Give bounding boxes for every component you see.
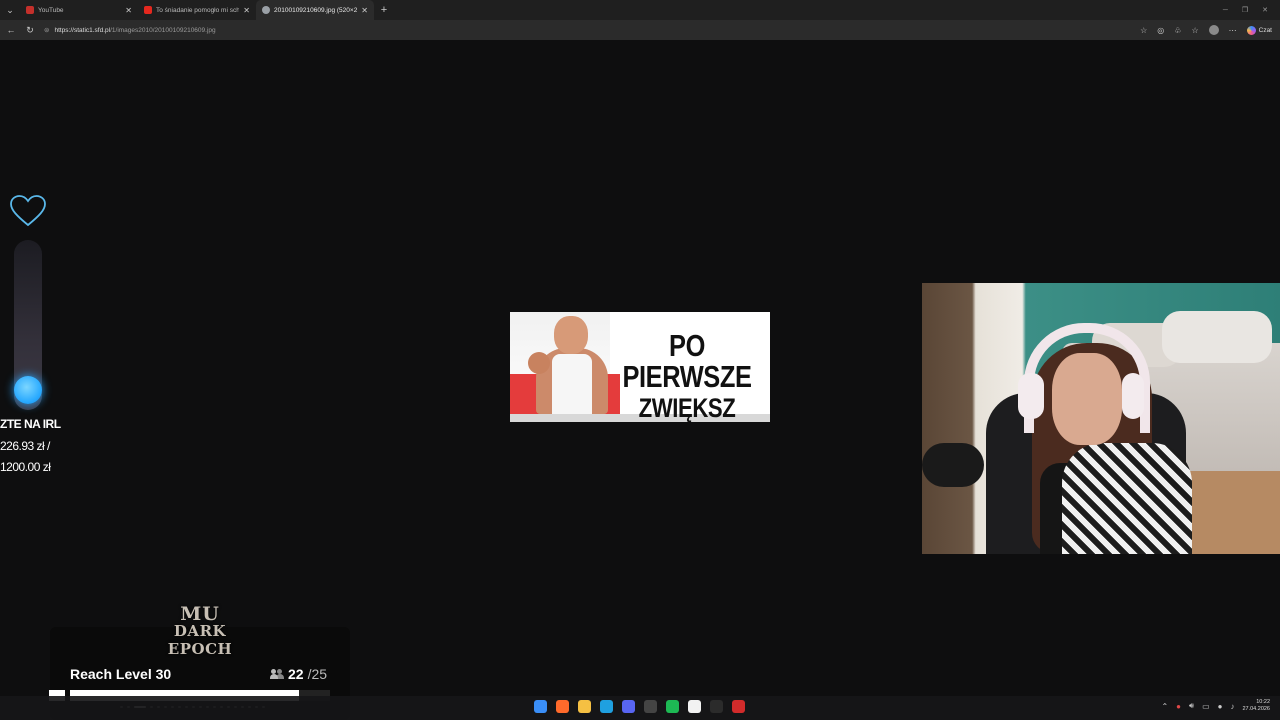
image-caption-line1: PO PIERWSZE [622,328,752,394]
close-window-icon[interactable]: ✕ [1262,6,1268,14]
donation-meter-knob [14,376,42,404]
show-hidden-icons-icon[interactable]: ⌃ [1161,702,1168,711]
edge-icon[interactable] [600,700,613,713]
donation-goal-target: 1200.00 zł [0,460,51,474]
taskbar-apps [534,700,745,713]
donation-goal-current: 226.93 zł / [0,439,50,453]
copilot-icon [1246,25,1256,35]
favorite-star-icon[interactable]: ☆ [1140,26,1147,35]
tab-title: 20100109210609.jpg (520×220) [274,6,358,14]
restore-icon[interactable]: ❐ [1242,6,1248,14]
tab-actions-menu-icon[interactable]: ⌄ [0,0,20,20]
navigation-bar: ← ↻ ⊜ https://static1.sfd.pl/1/images201… [0,20,1280,40]
file-explorer-icon[interactable] [578,700,591,713]
site-info-icon[interactable]: ⊜ [44,26,49,34]
copilot-button[interactable]: Czat [1246,25,1272,35]
favorites-icon[interactable]: ☆ [1191,26,1198,35]
clock-date: 27.04.2026 [1242,706,1270,713]
game-logo-subtitle: DARK EPOCH [167,622,233,658]
mic-tray-icon[interactable]: ● [1218,702,1223,711]
new-tab-button[interactable]: + [374,0,394,20]
url-host: https://static1.sfd.pl [54,26,111,34]
terminal-icon[interactable] [644,700,657,713]
obs-icon[interactable] [710,700,723,713]
system-tray: ⌃ ● 🔊︎ ▭ ● ♪ 10:22 27.04.2026 [1161,699,1270,713]
spotify-icon[interactable] [666,700,679,713]
heart-icon [10,195,46,227]
window-controls: ─ ❐ ✕ [1223,0,1280,20]
tab-youtube[interactable]: YouTube ✕ [20,0,138,20]
url-path: /1/images2010/20100109210609.jpg [110,26,216,34]
tab-strip: ⌄ YouTube ✕ To śniadanie pomogło mi schu… [0,0,1280,20]
quest-label: Reach Level 30 [70,666,172,682]
youtube-favicon-icon [26,6,34,14]
image-caption-line2: ZWIĘKSZ MASĘ! [638,393,736,423]
tab-title: To śniadanie pomogło mi schudnąć [156,6,240,14]
players-max: /25 [307,666,328,682]
profile-avatar[interactable] [1208,25,1219,35]
system-clock[interactable]: 10:22 27.04.2026 [1242,699,1270,713]
globe-icon [262,6,270,14]
image-caption: PO PIERWSZE ZWIĘKSZ MASĘ! [621,330,754,422]
extension-icon[interactable]: ◎ [1157,26,1164,35]
volume-icon[interactable]: ♪ [1230,702,1234,711]
players-current: 22 [288,666,304,682]
players-count: 22/25 [270,666,327,682]
bodybuilder-photo [528,316,608,414]
youtube-favicon-icon [144,6,152,14]
discord-icon[interactable] [622,700,635,713]
tab-title: YouTube [38,6,64,14]
tab-image[interactable]: 20100109210609.jpg (520×220) ✕ [256,0,374,20]
displayed-image: PO PIERWSZE ZWIĘKSZ MASĘ! [510,312,770,422]
refresh-icon[interactable]: ↻ [22,22,38,38]
clock-time: 10:22 [1256,699,1270,705]
meter-icon[interactable] [732,700,745,713]
windows-start-icon[interactable] [534,700,547,713]
more-options-icon[interactable]: ⋯ [1229,26,1237,35]
webcam-feed [922,283,1280,554]
display-icon[interactable]: ▭ [1202,702,1210,711]
notion-icon[interactable] [688,700,701,713]
back-icon[interactable]: ← [3,22,19,38]
speaker-icon[interactable]: 🔊︎ [1189,701,1194,711]
close-tab-icon[interactable]: ✕ [243,6,250,15]
donation-goal-title: ZTE NA IRL [0,417,61,431]
minimize-icon[interactable]: ─ [1223,7,1228,14]
tab-youtube-video[interactable]: To śniadanie pomogło mi schudnąć ✕ [138,0,256,20]
microphone [922,443,984,487]
toolbar-right: ☆ ◎ ♧ ☆ ⋯ Czat [1140,25,1280,35]
taskbar: ⌃ ● 🔊︎ ▭ ● ♪ 10:22 27.04.2026 [0,696,1280,720]
address-bar[interactable]: ⊜ https://static1.sfd.pl/1/images2010/20… [44,22,1140,38]
people-icon [270,669,284,679]
close-tab-icon[interactable]: ✕ [125,6,132,15]
microphone-icon[interactable]: ● [1176,702,1181,711]
browser-essentials-icon[interactable]: ♧ [1174,26,1181,35]
close-tab-icon[interactable]: ✕ [361,6,368,15]
firefox-icon[interactable] [556,700,569,713]
